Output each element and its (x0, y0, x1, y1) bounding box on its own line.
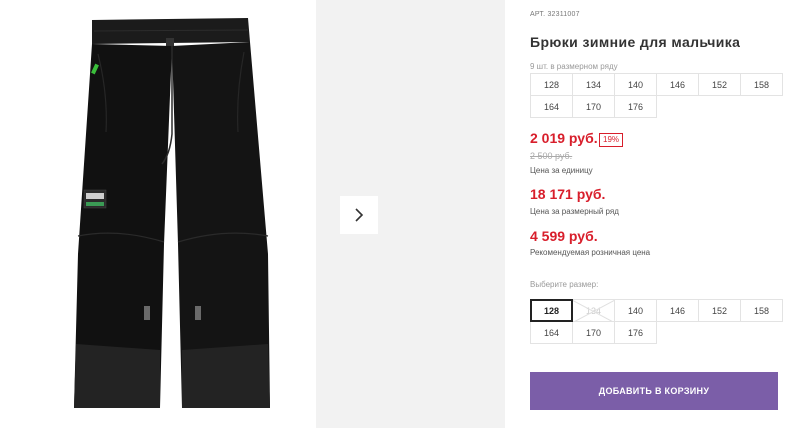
old-price: 2 500 руб. (530, 151, 573, 161)
article-number: АРТ. 32311007 (530, 11, 580, 18)
size-row-cell: 140 (614, 73, 657, 96)
pants-image (74, 18, 270, 408)
article-value: 32311007 (547, 11, 580, 18)
next-image-button[interactable] (340, 196, 378, 234)
size-option-selected[interactable]: 128 (530, 299, 573, 322)
size-option-unavailable: 134 (572, 299, 615, 322)
product-title: Брюки зимние для мальчика (530, 34, 741, 50)
size-option[interactable]: 140 (614, 299, 657, 322)
size-option[interactable]: 158 (740, 299, 783, 322)
size-row-cell: 152 (698, 73, 741, 96)
product-page: АРТ. 32311007 Брюки зимние для мальчика … (0, 0, 800, 428)
size-option[interactable]: 170 (572, 321, 615, 344)
product-main-image[interactable] (0, 0, 316, 428)
unit-price: 2 019 руб. (530, 130, 598, 146)
size-option[interactable]: 152 (698, 299, 741, 322)
retail-price: 4 599 руб. (530, 228, 598, 244)
add-to-cart-button[interactable]: ДОБАВИТЬ В КОРЗИНУ (530, 372, 778, 410)
choose-size-label: Выберите размер: (530, 280, 599, 289)
size-row-cell: 134 (572, 73, 615, 96)
article-prefix: АРТ. (530, 11, 546, 18)
row-price-caption: Цена за размерный ряд (530, 207, 619, 216)
retail-price-caption: Рекомендуемая розничная цена (530, 248, 651, 257)
size-row-cell: 146 (656, 73, 699, 96)
row-price: 18 171 руб. (530, 186, 606, 202)
size-row-cell: 176 (614, 95, 657, 118)
size-row-cell: 158 (740, 73, 783, 96)
size-picker: 128 134 140 146 152 158 164 170 176 (530, 299, 783, 344)
size-row-grid: 128 134 140 146 152 158 164 170 176 (530, 73, 783, 118)
size-row-cell: 164 (530, 95, 573, 118)
discount-badge: 19% (599, 133, 624, 147)
unit-price-caption: Цена за единицу (530, 166, 593, 175)
size-row-cell: 170 (572, 95, 615, 118)
product-gallery (0, 0, 505, 428)
chevron-right-icon (355, 208, 364, 222)
size-option[interactable]: 164 (530, 321, 573, 344)
size-row-cell: 128 (530, 73, 573, 96)
size-row-count: 9 шт. в размерном ряду (530, 62, 618, 71)
size-option[interactable]: 146 (656, 299, 699, 322)
size-option[interactable]: 176 (614, 321, 657, 344)
